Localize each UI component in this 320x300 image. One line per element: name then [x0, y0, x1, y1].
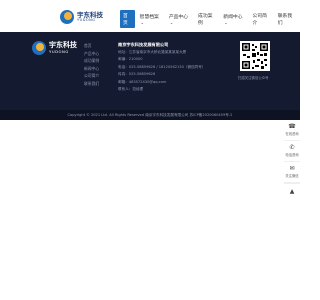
- chevron-down-icon: ⌄: [140, 19, 144, 25]
- online-consult-label: 在线咨询: [285, 132, 299, 137]
- company-name: 南京宇东科技发展有限公司: [118, 42, 169, 47]
- nav-item-home[interactable]: 首页: [120, 10, 135, 28]
- footer-logo-text-en: YUDONG: [49, 49, 69, 55]
- footer-link-products[interactable]: 产品中心: [84, 50, 99, 58]
- nav-item-products[interactable]: 产品中心⌄: [166, 11, 193, 28]
- qr-caption: 扫描关注微信公众号: [238, 76, 269, 80]
- site-header: 宇东科技 YUDONG 首页 智慧档案⌄ 产品中心⌄ 成功案例 新闻中心⌄ 公司…: [0, 0, 300, 32]
- logo-text-en: YUDONG: [77, 18, 96, 22]
- nav-item-cases[interactable]: 成功案例: [195, 10, 218, 28]
- site-logo[interactable]: 宇东科技 YUDONG: [60, 10, 103, 24]
- phone-consult-button[interactable]: ✆ 电话咨询: [284, 141, 300, 162]
- copyright-bar: Copyright © 2021 Ltd. All Rights Reserve…: [0, 110, 300, 120]
- arrow-up-icon: ▲: [289, 187, 295, 195]
- company-info: 南京宇东科技发展有限公司 地址：江苏省南京市大桥北路某某某某大厦 邮编：2100…: [118, 41, 205, 94]
- follow-wechat-label: 关注微信: [285, 174, 299, 179]
- chevron-down-icon: ⌄: [169, 19, 174, 25]
- company-postcode: 邮编：210000: [118, 57, 143, 61]
- floating-toolbar: ☎ 在线咨询 ✆ 电话咨询 ✉ 关注微信 ▲: [284, 120, 300, 198]
- company-phone: 电话：025-58859626 / 18120562130（微信同号）: [118, 64, 206, 69]
- footer-logo[interactable]: 宇东科技 YUDONG: [32, 41, 77, 55]
- footer-links: 首页 产品中心 成功案例 新闻中心 公司简介 联系我们: [84, 42, 99, 87]
- company-fax: 传真：025-58859626: [118, 72, 156, 76]
- phone-consult-label: 电话咨询: [285, 153, 299, 158]
- footer-link-cases[interactable]: 成功案例: [84, 57, 99, 65]
- wechat-icon: ✉: [289, 164, 295, 172]
- phone-icon: ☎: [288, 122, 296, 130]
- company-address: 地址：江苏省南京市大桥北路某某某某大厦: [118, 49, 187, 54]
- logo-icon: [60, 10, 74, 24]
- nav-item-about[interactable]: 公司简介: [249, 10, 272, 28]
- online-consult-button[interactable]: ☎ 在线咨询: [284, 120, 300, 141]
- chevron-down-icon: ⌄: [224, 19, 228, 25]
- wechat-qr-code: [240, 41, 270, 71]
- logo-icon: [32, 41, 46, 55]
- footer-link-home[interactable]: 首页: [84, 42, 99, 50]
- footer-logo-text-cn: 宇东科技: [49, 41, 77, 50]
- footer-link-news[interactable]: 新闻中心: [84, 65, 99, 73]
- follow-wechat-button[interactable]: ✉ 关注微信: [284, 162, 300, 183]
- company-contact-person: 联系人：范经理: [118, 87, 144, 91]
- back-to-top-button[interactable]: ▲: [284, 183, 300, 198]
- footer-link-contact[interactable]: 联系我们: [84, 80, 99, 88]
- site-footer: 宇东科技 YUDONG 首页 产品中心 成功案例 新闻中心 公司简介 联系我们 …: [0, 32, 300, 110]
- company-email: 邮箱：463572430@qq.com: [118, 79, 167, 84]
- nav-item-smart-archive[interactable]: 智慧档案⌄: [137, 11, 164, 28]
- telephone-icon: ✆: [289, 143, 295, 151]
- footer-link-about[interactable]: 公司简介: [84, 72, 99, 80]
- nav-item-news[interactable]: 新闻中心⌄: [220, 11, 247, 28]
- copyright-text: Copyright © 2021 Ltd. All Rights Reserve…: [67, 113, 233, 117]
- main-nav: 首页 智慧档案⌄ 产品中心⌄ 成功案例 新闻中心⌄ 公司简介 联系我们: [120, 10, 300, 28]
- nav-item-contact[interactable]: 联系我们: [275, 10, 298, 28]
